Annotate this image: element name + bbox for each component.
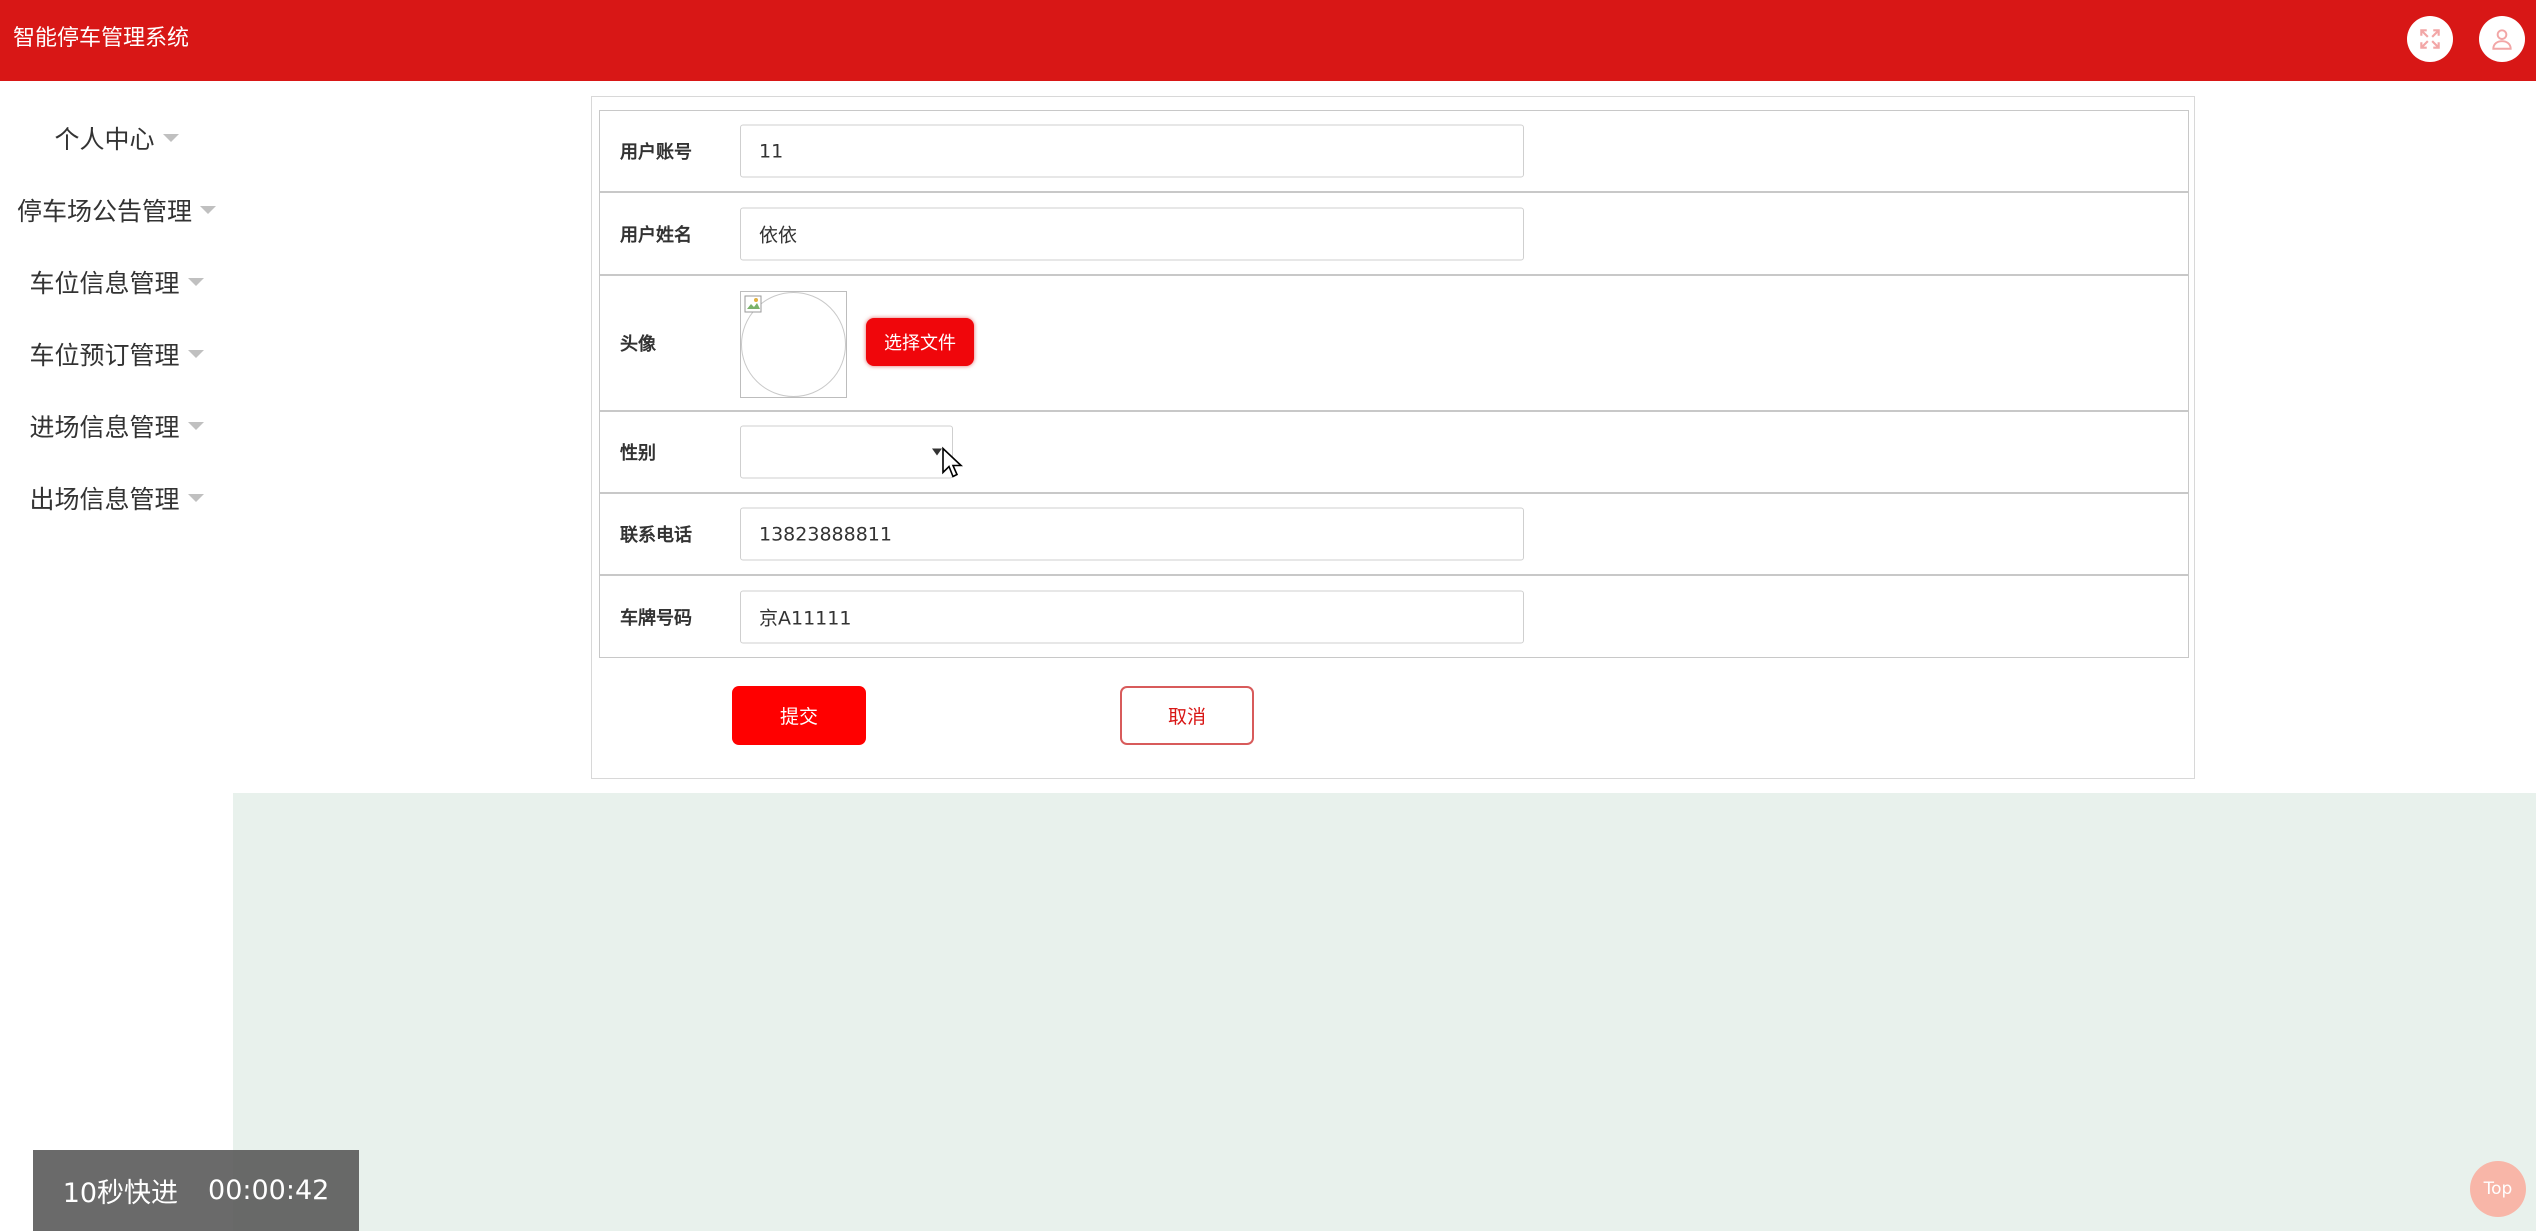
form-row-account: 用户账号 — [599, 110, 2189, 192]
user-icon[interactable] — [2479, 16, 2525, 62]
sidebar-item-label: 停车场公告管理 — [16, 197, 192, 226]
sidebar-item-label: 进场信息管理 — [29, 413, 180, 442]
caret-down-icon — [200, 206, 216, 214]
caret-down-icon — [162, 134, 179, 142]
phone-input[interactable] — [740, 507, 1524, 561]
sidebar: 个人中心 停车场公告管理 车位信息管理 车位预订管理 进场信息管理 出场信息管理 — [0, 81, 233, 1231]
name-label: 用户姓名 — [620, 224, 692, 246]
app-title: 智能停车管理系统 — [13, 26, 190, 51]
form-row-avatar: 头像 选择文件 — [599, 275, 2189, 411]
avatar-label: 头像 — [620, 334, 656, 355]
profile-form: 用户账号 用户姓名 头像 选择文件 性别 联系电话 — [591, 96, 2195, 779]
plate-input[interactable] — [740, 590, 1524, 643]
account-label: 用户账号 — [620, 142, 692, 163]
caret-down-icon — [187, 278, 204, 286]
name-input[interactable] — [740, 207, 1524, 260]
gender-select[interactable] — [740, 425, 964, 479]
sidebar-item-label: 车位预订管理 — [29, 341, 180, 370]
back-to-top-button[interactable]: Top — [2470, 1161, 2526, 1217]
form-row-phone: 联系电话 — [599, 493, 2189, 575]
sidebar-item-space-info[interactable]: 车位信息管理 — [0, 262, 233, 302]
caret-down-icon — [187, 494, 204, 502]
mouse-pointer-icon — [942, 446, 964, 478]
caret-down-icon — [187, 350, 204, 358]
sidebar-item-personal-center[interactable]: 个人中心 — [0, 118, 233, 158]
choose-file-button[interactable]: 选择文件 — [866, 318, 974, 366]
sidebar-item-label: 车位信息管理 — [29, 269, 180, 298]
expand-icon[interactable] — [2407, 16, 2453, 62]
sidebar-item-space-booking[interactable]: 车位预订管理 — [0, 334, 233, 374]
plate-label: 车牌号码 — [620, 607, 692, 629]
top-bar: 智能停车管理系统 — [0, 0, 2536, 81]
submit-button[interactable]: 提交 — [732, 686, 866, 745]
form-row-gender: 性别 — [599, 411, 2189, 493]
sidebar-item-label: 出场信息管理 — [29, 485, 180, 514]
sidebar-item-label: 个人中心 — [54, 125, 155, 154]
phone-label: 联系电话 — [620, 525, 692, 546]
form-row-name: 用户姓名 — [599, 192, 2189, 275]
fast-forward-label[interactable]: 10秒快进 — [63, 1171, 178, 1210]
playback-time: 00:00:42 — [208, 1175, 330, 1206]
content-background — [233, 793, 2536, 1231]
gender-label: 性别 — [620, 443, 656, 464]
sidebar-item-parking-notice[interactable]: 停车场公告管理 — [0, 190, 233, 230]
account-input[interactable] — [740, 124, 1524, 178]
cancel-button[interactable]: 取消 — [1120, 686, 1254, 745]
video-overlay: 10秒快进 00:00:42 — [33, 1150, 359, 1231]
sidebar-item-exit-info[interactable]: 出场信息管理 — [0, 478, 233, 518]
form-row-plate: 车牌号码 — [599, 575, 2189, 658]
sidebar-item-entry-info[interactable]: 进场信息管理 — [0, 406, 233, 446]
avatar-preview — [740, 291, 847, 398]
broken-image-icon — [744, 295, 762, 313]
caret-down-icon — [187, 422, 204, 430]
